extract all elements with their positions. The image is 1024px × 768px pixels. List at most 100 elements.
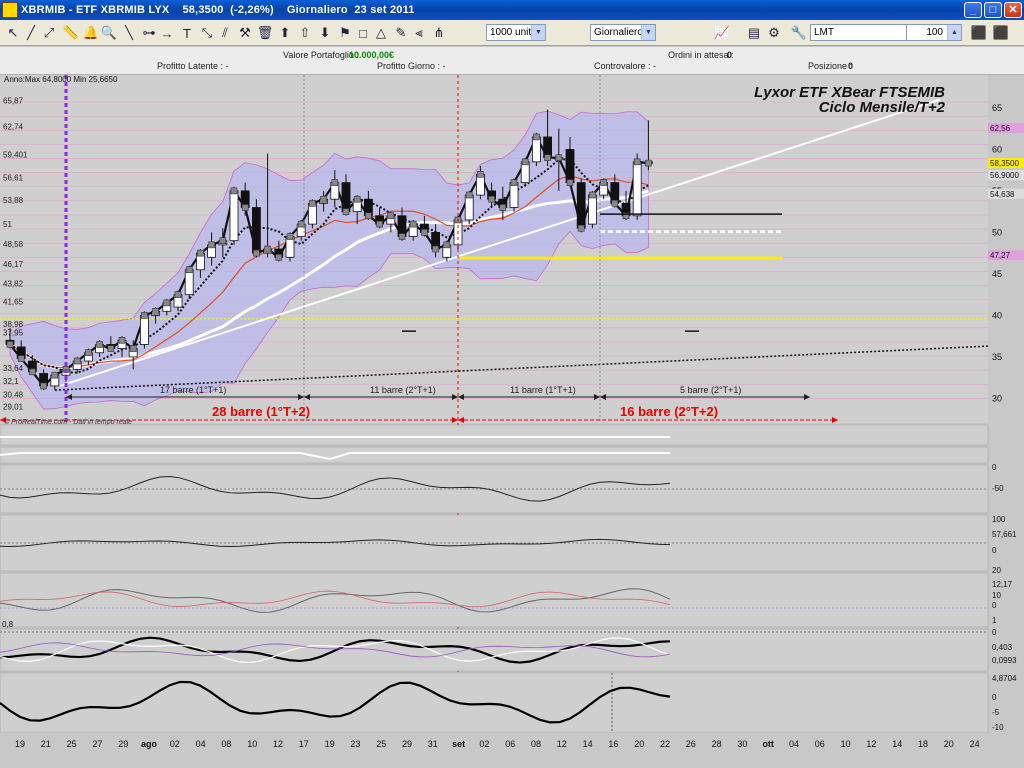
toolbar: ↖ ╱ ⤢ 📏 🔔 🔍 ╲ ⊶ → T ⤡ ⫽ ⚒ 🗑 ⬆ ⇧ ⬇ ⚑ □ △ … <box>0 20 1024 46</box>
indicator-tick: 0,403 <box>992 643 1013 652</box>
close-marker <box>387 212 395 220</box>
close-marker <box>174 291 182 298</box>
y-tick-right: 45 <box>992 269 1002 279</box>
candle-body <box>139 314 149 345</box>
chart-area[interactable]: 17 barre (1°T+1) 11 barre (2°T+1) 11 barre… <box>0 75 1024 768</box>
close-marker <box>342 208 350 215</box>
y-tick-right: 60 <box>992 144 1002 154</box>
buy-icon[interactable]: ⇧ <box>296 24 314 42</box>
hammer-icon[interactable]: ⚒ <box>236 24 254 42</box>
indicator-tick: 0 <box>992 463 997 472</box>
x-tick: 25 <box>376 739 386 749</box>
y-tick-left: 41,65 <box>3 298 24 307</box>
x-tick: 27 <box>92 739 102 749</box>
fibonacci-icon[interactable]: ⤡ <box>198 24 216 42</box>
wrench-icon[interactable]: 🔧 <box>790 24 808 42</box>
gann-fan-icon[interactable]: ⋔ <box>430 24 448 42</box>
line-tool-icon[interactable]: ╱ <box>22 24 40 42</box>
y-tick-right: 65 <box>992 103 1002 113</box>
portfolio-label: Valore Portafoglio : <box>283 50 359 60</box>
x-tick: set <box>452 739 465 749</box>
close-marker <box>589 191 596 199</box>
chart-thumbnail-icon[interactable]: 📈 <box>702 24 742 42</box>
chart-type-icon[interactable]: ▤ <box>745 24 763 42</box>
quantity-select[interactable]: 1000 unità ▼ <box>486 24 546 41</box>
indicator-tick: 12,17 <box>992 580 1013 589</box>
close-marker <box>85 349 92 357</box>
title-bar[interactable]: XBRMIB - ETF XBRMIB LYX 58,3500 (-2,26%)… <box>0 0 1024 20</box>
candle-body <box>565 149 575 184</box>
pointer-icon[interactable]: ↖ <box>4 24 22 42</box>
close-marker <box>253 249 260 257</box>
close-marker <box>499 204 507 211</box>
text-tool-icon[interactable]: T <box>178 24 196 42</box>
indicator-panel <box>0 672 989 734</box>
x-tick: 22 <box>660 739 670 749</box>
trash-icon[interactable]: 🗑 <box>256 24 274 42</box>
square-icon[interactable]: □ <box>354 24 372 42</box>
close-marker <box>365 212 372 220</box>
x-tick: 29 <box>402 739 412 749</box>
indicator-tick: 0 <box>992 693 997 702</box>
close-marker <box>96 341 103 348</box>
maximize-button[interactable]: □ <box>984 2 1002 18</box>
candle-body <box>509 182 519 208</box>
close-marker <box>6 341 14 348</box>
pencil-icon[interactable]: ✎ <box>392 24 410 42</box>
price-tag-level2: 54,638 <box>990 190 1015 199</box>
triangle-icon[interactable]: △ <box>372 24 390 42</box>
channel-icon[interactable]: ⫽ <box>216 24 234 42</box>
close-marker <box>510 179 518 186</box>
day-profit-label: Profitto Giorno : - <box>377 61 446 71</box>
period-select[interactable]: Giornaliero ▼ <box>590 24 656 41</box>
ray-icon[interactable]: → <box>158 24 176 42</box>
candle-body <box>251 207 261 254</box>
indicator-tick: 20 <box>992 566 1001 575</box>
close-marker <box>477 171 484 178</box>
x-tick: ott <box>762 739 774 749</box>
settings-icon[interactable]: ⚙ <box>765 24 783 42</box>
minimize-button[interactable]: _ <box>964 2 982 18</box>
x-tick: 10 <box>247 739 257 749</box>
close-marker <box>376 220 383 228</box>
sell-order-icon[interactable]: ⬛ <box>992 24 1010 42</box>
y-tick-left: 43,82 <box>3 280 24 289</box>
pitchfork-icon[interactable]: ⫷ <box>410 24 428 42</box>
sell-icon[interactable]: ⬇ <box>316 24 334 42</box>
order-qty-input[interactable]: 100 ▲ <box>906 24 962 41</box>
close-marker <box>286 233 294 240</box>
x-tick: 06 <box>505 739 515 749</box>
hline-icon[interactable]: ⊶ <box>140 24 158 42</box>
flag-icon[interactable]: ⚑ <box>336 24 354 42</box>
close-marker <box>555 154 563 161</box>
x-tick: 24 <box>970 739 980 749</box>
x-tick: 12 <box>273 739 283 749</box>
y-tick-left: 32,1 <box>3 377 19 386</box>
alarm-icon[interactable]: 🔔 <box>82 24 100 42</box>
ruler-icon[interactable]: 📏 <box>62 24 80 42</box>
buy-order-icon[interactable]: ⬛ <box>970 24 988 42</box>
candle-body <box>576 182 586 229</box>
close-marker <box>566 179 574 186</box>
x-tick: 12 <box>866 739 876 749</box>
trendline-icon[interactable]: ╲ <box>120 24 138 42</box>
close-marker <box>73 357 81 365</box>
y-tick-left: 33,64 <box>3 364 24 373</box>
close-marker <box>40 382 47 390</box>
x-tick: 18 <box>918 739 928 749</box>
close-marker <box>185 266 193 274</box>
position-label: Posizione : <box>808 61 853 71</box>
x-tick: 31 <box>428 739 438 749</box>
up-arrow-icon[interactable]: ⬆ <box>276 24 294 42</box>
annotation-label: 11 barre (2°T+1) <box>370 385 436 395</box>
close-marker <box>275 254 283 261</box>
x-tick: 26 <box>686 739 696 749</box>
arrow-line-icon[interactable]: ⤢ <box>40 24 58 42</box>
x-tick: 04 <box>196 739 206 749</box>
y-tick-left: 53,88 <box>3 196 24 205</box>
x-tick: 20 <box>634 739 644 749</box>
zoom-icon[interactable]: 🔍 <box>100 24 118 42</box>
price-tag-level4: 62,56 <box>990 124 1011 133</box>
close-button[interactable]: ✕ <box>1004 2 1022 18</box>
price-chart-svg[interactable]: 17 barre (1°T+1) 11 barre (2°T+1) 11 barre… <box>0 75 1024 768</box>
